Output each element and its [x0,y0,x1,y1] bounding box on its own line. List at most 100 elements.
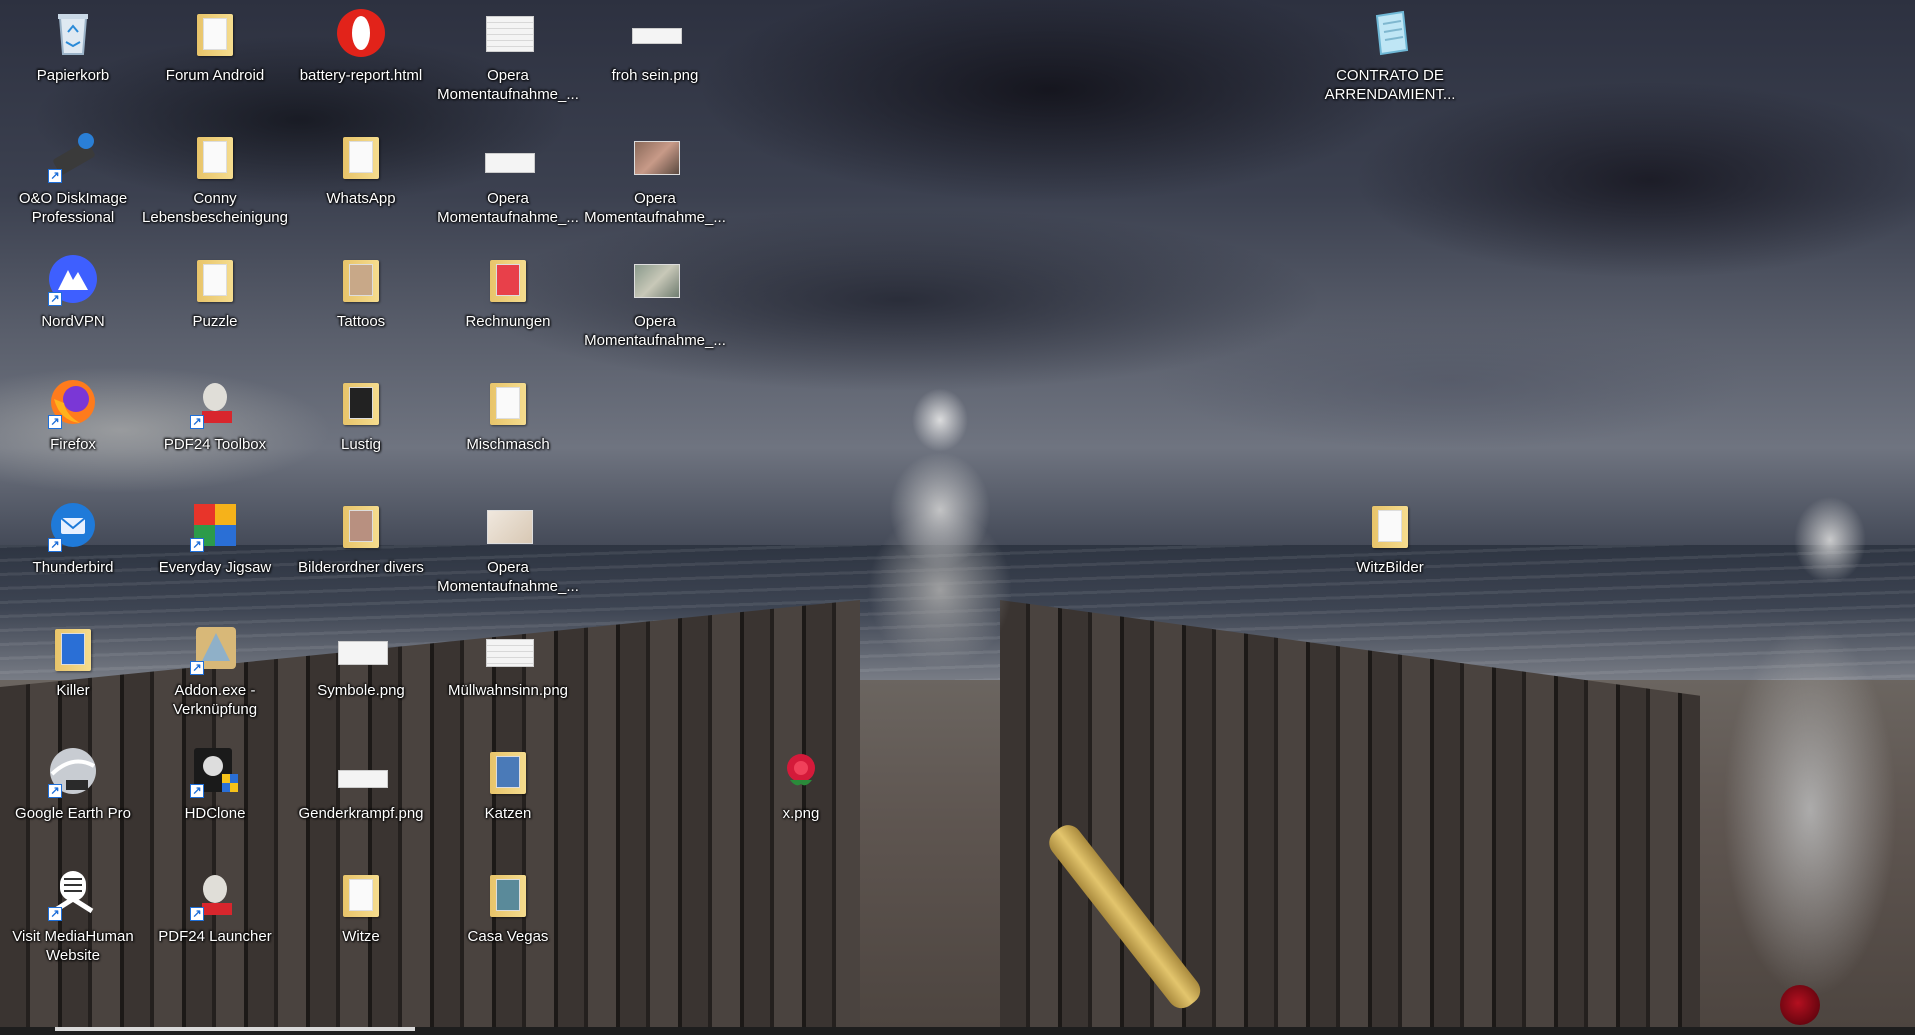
desktop-icon-conny[interactable]: Conny Lebensbescheinigung [142,125,288,227]
desktop-icon-witzbilder[interactable]: WitzBilder [1317,494,1463,577]
pdf24-icon: ↗ [188,867,242,921]
desktop-icon-label: Papierkorb [36,67,110,84]
folder-icon [481,252,535,306]
desktop-icon-contrato[interactable]: CONTRATO DE ARRENDAMIENT... [1317,2,1463,104]
folder-icon [188,6,242,60]
desktop-icon-label: Opera Momentaufnahme_... [437,190,579,226]
desktop-icon-label: Killer [56,682,90,699]
desktop-icon-addon[interactable]: ↗ Addon.exe - Verknüpfung [142,617,288,719]
desktop-icon-firefox[interactable]: ↗ Firefox [0,371,146,454]
desktop-icon-tattoos[interactable]: Tattoos [288,248,434,331]
desktop-icon-opera-momentaufnahme-4[interactable]: Opera Momentaufnahme_... [582,248,728,350]
desktop-icon-label: NordVPN [41,313,105,330]
image-file-icon [481,6,535,60]
folder-icon [481,375,535,429]
desktop-icon-opera-momentaufnahme-5[interactable]: Opera Momentaufnahme_... [435,494,581,596]
folder-icon [46,621,100,675]
desktop-icon-label: Visit MediaHuman Website [12,928,134,964]
desktop-icon-label: Müllwahnsinn.png [447,682,569,699]
thunderbird-icon: ↗ [46,498,100,552]
desktop-icon-opera-momentaufnahme-3[interactable]: Opera Momentaufnahme_... [582,125,728,227]
desktop-icon-label: Lustig [340,436,382,453]
desktop-icon-mediahuman[interactable]: ↗ Visit MediaHuman Website [0,863,146,965]
desktop-icon-label: Opera Momentaufnahme_... [584,313,726,349]
recycle-bin-icon [46,6,100,60]
desktop-icon-oo-diskimage[interactable]: ↗ O&O DiskImage Professional [0,125,146,227]
shortcut-arrow-icon: ↗ [48,169,62,183]
addon-icon: ↗ [188,621,242,675]
desktop-icon-opera-momentaufnahme-2[interactable]: Opera Momentaufnahme_... [435,125,581,227]
desktop-icon-killer[interactable]: Killer [0,617,146,700]
desktop-icon-froh-sein[interactable]: froh sein.png [582,2,728,85]
desktop-icon-muellwahnsinn[interactable]: Müllwahnsinn.png [435,617,581,700]
shortcut-arrow-icon: ↗ [48,784,62,798]
pdf24-icon: ↗ [188,375,242,429]
shortcut-arrow-icon: ↗ [190,907,204,921]
desktop-icon-label: WitzBilder [1356,559,1424,576]
jigsaw-icon: ↗ [188,498,242,552]
desktop-icon-thunderbird[interactable]: ↗ Thunderbird [0,494,146,577]
desktop-icon-google-earth-pro[interactable]: ↗ Google Earth Pro [0,740,146,823]
desktop-icon-label: Tattoos [336,313,386,330]
desktop-icon-label: PDF24 Launcher [158,928,272,945]
desktop-icon-label: Opera Momentaufnahme_... [437,559,579,595]
desktop-icon-katzen[interactable]: Katzen [435,740,581,823]
desktop-icon-pdf24-toolbox[interactable]: ↗ PDF24 Toolbox [142,371,288,454]
desktop-icon-label: Symbole.png [317,682,405,699]
shortcut-arrow-icon: ↗ [48,538,62,552]
red-rose [1780,985,1820,1025]
desktop-icon-label: O&O DiskImage Professional [18,190,128,226]
folder-icon [334,498,388,552]
desktop-icon-casa-vegas[interactable]: Casa Vegas [435,863,581,946]
desktop-icon-pdf24-launcher[interactable]: ↗ PDF24 Launcher [142,863,288,946]
shortcut-arrow-icon: ↗ [190,538,204,552]
hooded-figure [1680,480,1915,1035]
folder-icon [188,252,242,306]
image-file-icon [481,621,535,675]
image-file-icon [481,129,535,183]
desktop-icon-label: Addon.exe - Verknüpfung [172,682,258,718]
desktop-icon-puzzle[interactable]: Puzzle [142,248,288,331]
desktop-icon-label: Firefox [50,436,96,453]
desktop-icon-everyday-jigsaw[interactable]: ↗ Everyday Jigsaw [142,494,288,577]
desktop-icon-mischmasch[interactable]: Mischmasch [435,371,581,454]
desktop-icon-symbole[interactable]: Symbole.png [288,617,434,700]
desktop-icon-forum-android[interactable]: Forum Android [142,2,288,85]
folder-icon [481,744,535,798]
desktop-icon-hdclone[interactable]: ↗ HDClone [142,740,288,823]
taskbar-active-indicator [55,1027,415,1031]
image-file-icon [481,498,535,552]
image-file-icon [334,744,388,798]
image-file-icon [628,129,682,183]
rose-image-icon [774,744,828,798]
desktop-icon-x-png[interactable]: x.png [728,740,874,823]
folder-icon [1363,498,1417,552]
desktop-icon-label: Conny Lebensbescheinigung [142,190,288,226]
desktop-icon-rechnungen[interactable]: Rechnungen [435,248,581,331]
desktop-icon-label: battery-report.html [299,67,423,84]
image-file-icon [628,252,682,306]
desktop-icon-label: Bilderordner divers [298,559,424,576]
desktop-icon-lustig[interactable]: Lustig [288,371,434,454]
desktop-icon-label: Casa Vegas [467,928,549,945]
desktop-icon-battery-report[interactable]: battery-report.html [288,2,434,85]
desktop-icon-opera-momentaufnahme-1[interactable]: Opera Momentaufnahme_... [435,2,581,104]
folder-icon [481,867,535,921]
desktop-icon-genderkrampf[interactable]: Genderkrampf.png [288,740,434,823]
firefox-icon: ↗ [46,375,100,429]
image-file-icon [334,621,388,675]
desktop-icon-label: Forum Android [165,67,265,84]
desktop-icon-bilderordner[interactable]: Bilderordner divers [288,494,434,577]
desktop-icon-label: PDF24 Toolbox [163,436,267,453]
shortcut-arrow-icon: ↗ [190,784,204,798]
hdclone-icon: ↗ [188,744,242,798]
desktop-icon-label: HDClone [184,805,246,822]
desktop-icon-witze[interactable]: Witze [288,863,434,946]
desktop-icon-whatsapp[interactable]: WhatsApp [288,125,434,208]
desktop-icon-label: WhatsApp [326,190,396,207]
shortcut-arrow-icon: ↗ [48,415,62,429]
taskbar-strip [0,1027,1915,1035]
diskimage-icon: ↗ [46,129,100,183]
desktop-icon-nordvpn[interactable]: ↗ NordVPN [0,248,146,331]
desktop-icon-papierkorb[interactable]: Papierkorb [0,2,146,85]
